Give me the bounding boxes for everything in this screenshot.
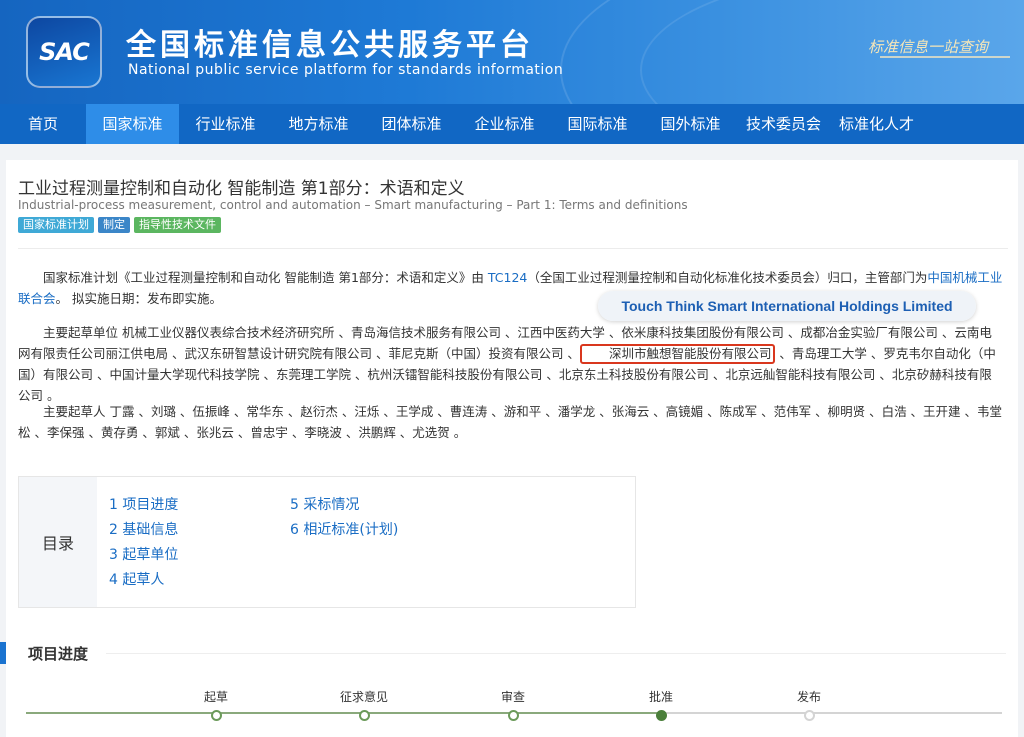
main-nav: 首页 国家标准 行业标准 地方标准 团体标准 企业标准 国际标准 国外标准 技术… <box>0 104 1024 144</box>
toc-column: 5 采标情况 6 相近标准(计划) <box>290 493 398 543</box>
stage-label: 起草 <box>203 690 228 704</box>
toc-item-drafters[interactable]: 4 起草人 <box>109 568 178 593</box>
progress-title: 项目进度 <box>28 645 89 663</box>
toc-item-related-standards[interactable]: 6 相近标准(计划) <box>290 518 398 543</box>
nav-industry-standards[interactable]: 行业标准 <box>179 104 272 144</box>
nav-local-standards[interactable]: 地方标准 <box>272 104 365 144</box>
header-slogan: 标准信息一站查询 <box>868 38 989 56</box>
stage-label: 审查 <box>500 690 525 704</box>
stage-dot <box>358 710 370 721</box>
stage-dot <box>507 710 519 721</box>
stage-label: 发布 <box>796 690 821 704</box>
slogan-underline <box>880 56 1010 58</box>
page-title-en: Industrial-process measurement, control … <box>18 198 688 212</box>
stage-publication: 发布 <box>769 688 849 721</box>
toc-item-drafting-orgs[interactable]: 3 起草单位 <box>109 543 178 568</box>
standard-detail-card: 工业过程测量控制和自动化 智能制造 第1部分：术语和定义 Industrial-… <box>0 160 1018 737</box>
tag-list: 国家标准计划 制定 指导性技术文件 <box>18 217 221 233</box>
translation-callout: Touch Think Smart International Holdings… <box>598 291 976 321</box>
toc-item-adoption[interactable]: 5 采标情况 <box>290 493 398 518</box>
nav-foreign-standards[interactable]: 国外标准 <box>644 104 737 144</box>
stage-dot <box>803 710 815 721</box>
toc-item-basic-info[interactable]: 2 基础信息 <box>109 518 178 543</box>
nav-international-standards[interactable]: 国际标准 <box>551 104 644 144</box>
nav-enterprise-standards[interactable]: 企业标准 <box>458 104 551 144</box>
toc-item-progress[interactable]: 1 项目进度 <box>109 493 178 518</box>
nav-technical-committees[interactable]: 技术委员会 <box>737 104 830 144</box>
stage-public-comment: 征求意见 <box>324 688 404 721</box>
divider <box>18 248 1008 249</box>
sac-logo[interactable]: SAC <box>26 16 102 88</box>
logo-text: SAC <box>39 38 90 66</box>
tc-link[interactable]: TC124 <box>488 270 528 285</box>
drafters-paragraph: 主要起草人 丁露 、刘璐 、伍振峰 、常华东 、赵衍杰 、汪烁 、王学成 、曹连… <box>18 404 1003 440</box>
nav-home[interactable]: 首页 <box>0 104 86 144</box>
table-of-contents: 目录 1 项目进度 2 基础信息 3 起草单位 4 起草人 5 采标情况 6 相… <box>18 476 636 608</box>
page-title: 工业过程测量控制和自动化 智能制造 第1部分：术语和定义 <box>18 179 465 199</box>
toc-column: 1 项目进度 2 基础信息 3 起草单位 4 起草人 <box>109 493 178 593</box>
stage-label: 批准 <box>648 690 673 704</box>
nav-group-standards[interactable]: 团体标准 <box>365 104 458 144</box>
intro-text: 。 拟实施日期：发布即实施。 <box>55 291 222 306</box>
stage-label: 征求意见 <box>339 690 388 704</box>
nav-standardization-talent[interactable]: 标准化人才 <box>830 104 923 144</box>
stage-approval: 批准 <box>621 688 701 721</box>
tag-category: 指导性技术文件 <box>134 217 221 233</box>
drafting-orgs-paragraph: 主要起草单位 机械工业仪器仪表综合技术经济研究所 、青岛海信技术服务有限公司 、… <box>18 322 1004 406</box>
tag-plan: 国家标准计划 <box>18 217 94 233</box>
site-title: 全国标准信息公共服务平台 <box>126 28 534 63</box>
toc-label: 目录 <box>19 477 97 607</box>
site-header: SAC 全国标准信息公共服务平台 National public service… <box>0 0 1024 104</box>
intro-text: （全国工业过程测量控制和自动化标准化技术委员会）归口，主管部门为 <box>527 270 928 285</box>
section-accent-bar <box>0 642 6 664</box>
tag-type: 制定 <box>98 217 130 233</box>
site-subtitle: National public service platform for sta… <box>128 62 564 78</box>
stage-dot <box>655 710 667 721</box>
highlighted-org: 深圳市触想智能股份有限公司 <box>579 344 776 364</box>
nav-national-standards[interactable]: 国家标准 <box>86 104 179 144</box>
section-rule <box>106 653 1006 654</box>
progress-section-header: 项目进度 <box>0 642 1006 664</box>
stage-drafting: 起草 <box>176 688 256 721</box>
intro-text: 国家标准计划《工业过程测量控制和自动化 智能制造 第1部分：术语和定义》由 <box>43 270 488 285</box>
stage-dot <box>210 710 222 721</box>
stage-review: 审查 <box>473 688 553 721</box>
